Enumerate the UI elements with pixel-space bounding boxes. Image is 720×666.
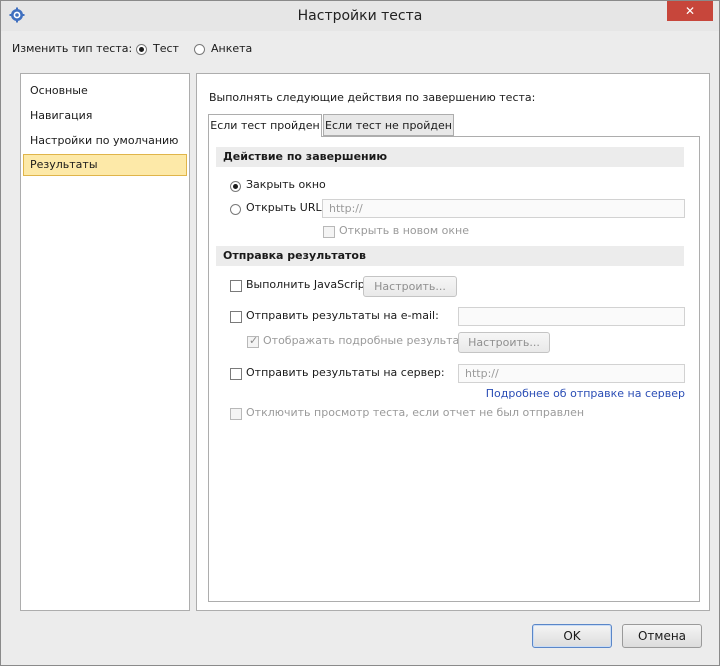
send-server-checkbox[interactable] [230,368,242,380]
sidebar-item-defaults[interactable]: Настройки по умолчанию [23,130,187,152]
sidebar-nav: Основные Навигация Настройки по умолчани… [20,73,190,611]
send-email-checkbox[interactable] [230,311,242,323]
open-new-window-checkbox[interactable] [323,226,335,238]
server-info-link[interactable]: Подробнее об отправке на сервер [486,387,685,400]
email-input[interactable] [458,307,685,326]
open-url-radio[interactable] [230,204,241,215]
disable-view-checkbox[interactable] [230,408,242,420]
test-type-radio-test[interactable] [136,44,147,55]
open-url-label[interactable]: Открыть URL: [246,201,325,214]
server-url-input[interactable]: http:// [458,364,685,383]
tab-test-passed[interactable]: Если тест пройден [208,114,322,137]
email-configure-button[interactable]: Настроить... [458,332,550,353]
title-bar: Настройки теста ✕ [1,1,719,31]
run-javascript-checkbox[interactable] [230,280,242,292]
tab-content: Действие по завершению Закрыть окно Откр… [208,136,700,602]
window-title: Настройки теста [297,8,423,24]
send-results-header: Отправка результатов [216,246,684,266]
ok-button[interactable]: OK [532,624,612,648]
open-new-window-label: Открыть в новом окне [339,224,470,237]
send-email-label[interactable]: Отправить результаты на e-mail: [246,309,439,322]
close-window-radio[interactable] [230,181,241,192]
detailed-results-checkbox[interactable] [247,334,259,348]
close-window-label[interactable]: Закрыть окно [246,178,326,191]
javascript-configure-button[interactable]: Настроить... [363,276,457,297]
test-type-option-survey[interactable]: Анкета [211,42,252,55]
test-type-radio-survey[interactable] [194,44,205,55]
sidebar-item-results[interactable]: Результаты [23,154,187,176]
disable-view-label: Отключить просмотр теста, если отчет не … [246,406,585,419]
finish-action-header: Действие по завершению [216,147,684,167]
test-type-label: Изменить тип теста: [12,42,133,55]
tab-test-failed[interactable]: Если тест не пройден [323,114,454,136]
sidebar-item-navigation[interactable]: Навигация [23,105,187,127]
cancel-button[interactable]: Отмена [622,624,702,648]
send-server-label[interactable]: Отправить результаты на сервер: [246,366,445,379]
open-url-input[interactable]: http:// [322,199,685,218]
detailed-results-label: Отображать подробные результаты [263,334,475,347]
test-type-option-test[interactable]: Тест [153,42,179,55]
results-panel: Выполнять следующие действия по завершен… [196,73,710,611]
results-intro-text: Выполнять следующие действия по завершен… [209,91,536,104]
run-javascript-label[interactable]: Выполнить JavaScript [246,278,369,291]
sidebar-item-general[interactable]: Основные [23,80,187,102]
close-icon: ✕ [684,4,696,18]
close-button[interactable]: ✕ [667,1,713,21]
settings-dialog: Настройки теста ✕ Изменить тип теста: Те… [0,0,720,666]
